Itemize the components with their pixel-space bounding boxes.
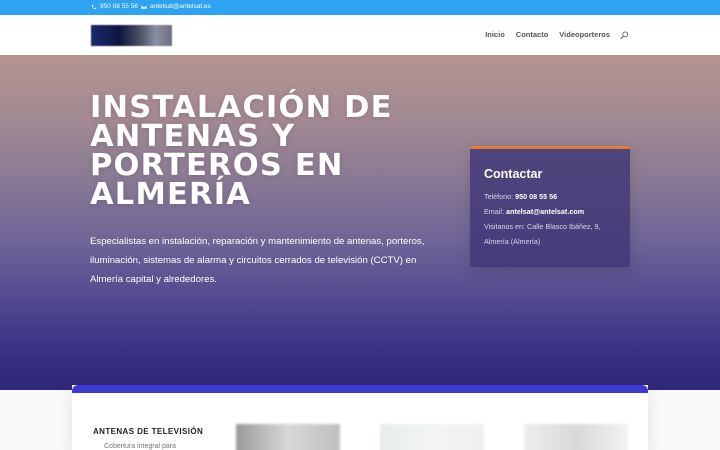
contact-address: Calle Blasco Ibáñez, 9, bbox=[527, 222, 601, 231]
top-bar: 950 08 55 56 antelsat@antelsat.es bbox=[0, 0, 720, 15]
contact-phone[interactable]: 950 08 55 56 bbox=[515, 192, 557, 201]
contact-city: Almería (Almería) bbox=[484, 237, 541, 246]
contact-email-label: Email: bbox=[484, 207, 504, 216]
site-logo[interactable] bbox=[91, 25, 172, 46]
contact-address-label: Visitanos en: bbox=[484, 222, 526, 231]
topbar-email-text: antelsat@antelsat.es bbox=[150, 3, 211, 10]
service-subtitle-antenas: Cobertura integral para bbox=[104, 443, 176, 450]
contact-email[interactable]: antelsat@antelsat.com bbox=[506, 207, 584, 216]
contact-phone-label: Teléfono: bbox=[484, 192, 514, 201]
hero-section: INSTALACIÓN DE ANTENAS Y PORTEROS EN ALM… bbox=[0, 55, 720, 390]
service-image-1[interactable] bbox=[236, 424, 340, 450]
nav-contacto[interactable]: Contacto bbox=[516, 30, 549, 39]
hero-title: INSTALACIÓN DE ANTENAS Y PORTEROS EN ALM… bbox=[90, 90, 393, 212]
contact-card: Contactar Teléfono: 950 08 55 56 Email: … bbox=[470, 146, 630, 267]
contact-address-line: Visitanos en: Calle Blasco Ibáñez, 9, bbox=[484, 222, 601, 231]
main-nav: Inicio Contacto Videoporteros bbox=[485, 30, 610, 39]
phone-icon bbox=[91, 4, 97, 9]
services-box: ANTENAS DE TELEVISIÓN Cobertura integral… bbox=[72, 385, 648, 450]
services-top-band bbox=[72, 385, 648, 393]
topbar-email[interactable]: antelsat@antelsat.es bbox=[141, 3, 211, 10]
site-header: Inicio Contacto Videoporteros bbox=[0, 15, 720, 55]
contact-title: Contactar bbox=[484, 167, 543, 181]
service-image-2[interactable] bbox=[380, 424, 484, 450]
nav-videoporteros[interactable]: Videoporteros bbox=[559, 30, 610, 39]
hero-description: Especialistas en instalación, reparación… bbox=[90, 236, 425, 285]
contact-phone-line: Teléfono: 950 08 55 56 bbox=[484, 192, 557, 201]
service-image-3[interactable] bbox=[524, 424, 628, 450]
search-icon[interactable] bbox=[620, 31, 629, 40]
envelope-icon bbox=[141, 4, 147, 9]
topbar-phone[interactable]: 950 08 55 56 bbox=[91, 3, 138, 10]
contact-email-line: Email: antelsat@antelsat.com bbox=[484, 207, 584, 216]
topbar-phone-text: 950 08 55 56 bbox=[100, 3, 138, 10]
nav-inicio[interactable]: Inicio bbox=[485, 30, 505, 39]
service-title-antenas: ANTENAS DE TELEVISIÓN bbox=[93, 427, 204, 436]
